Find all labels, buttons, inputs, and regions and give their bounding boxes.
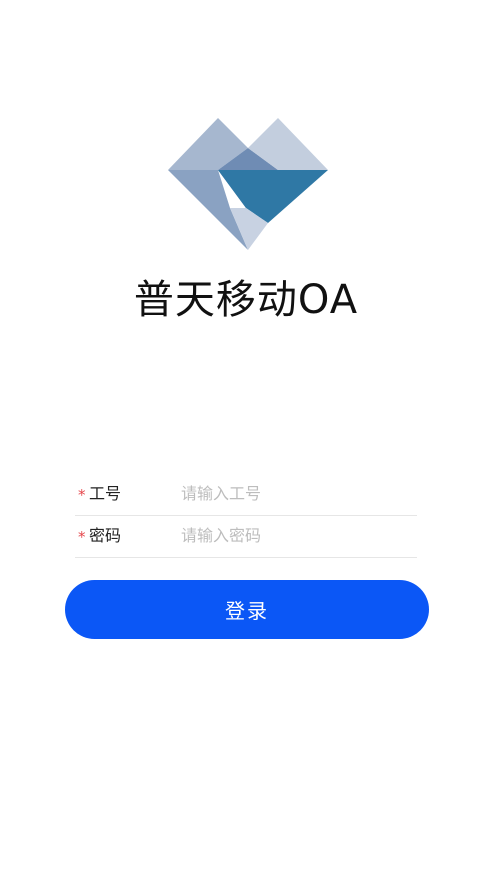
password-label: 密码 <box>89 526 122 545</box>
app-title: 普天移动OA <box>133 277 359 323</box>
required-mark: * <box>78 528 86 546</box>
employee-id-label: 工号 <box>89 484 122 503</box>
login-screen: 普天移动OA * 工号 * 密码 登录 <box>0 0 492 878</box>
employee-id-input[interactable] <box>181 482 411 506</box>
password-row: * 密码 <box>75 516 417 558</box>
app-logo-icon <box>168 118 328 250</box>
employee-id-row: * 工号 <box>75 474 417 516</box>
login-button[interactable]: 登录 <box>65 580 429 639</box>
required-mark: * <box>78 486 86 504</box>
password-input[interactable] <box>181 524 411 548</box>
login-form: * 工号 * 密码 <box>75 474 417 558</box>
